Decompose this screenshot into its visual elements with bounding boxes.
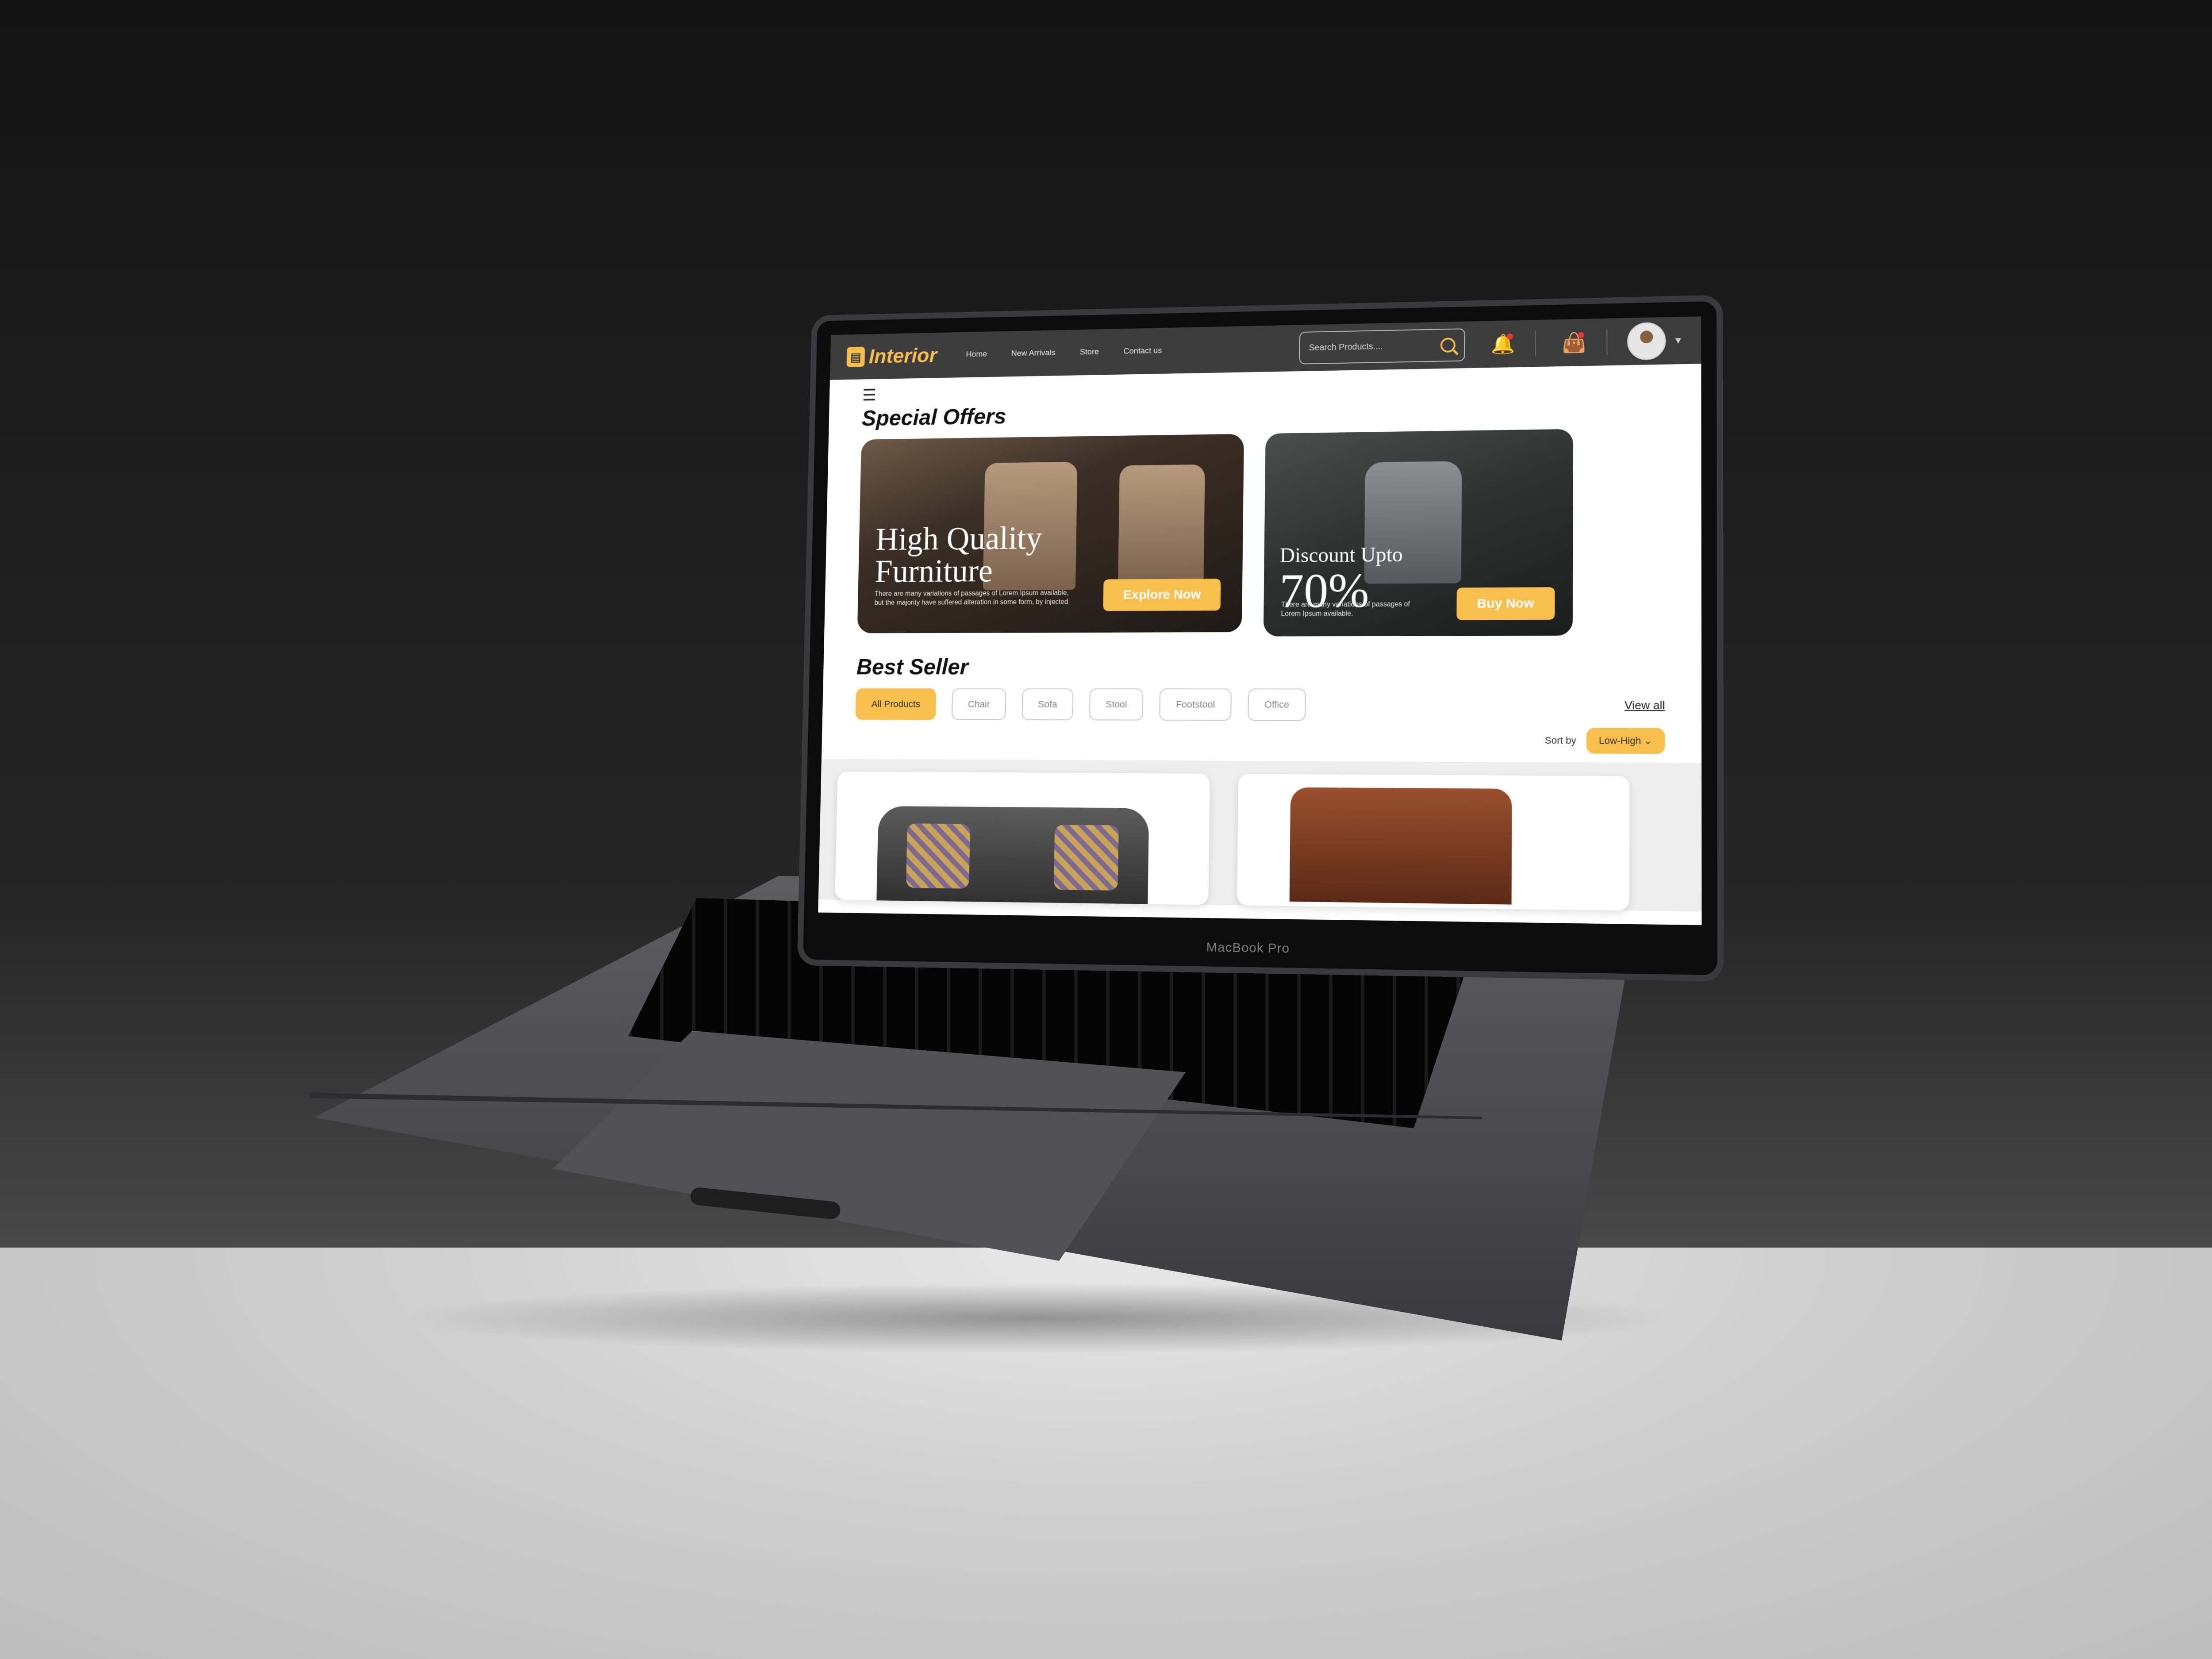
buy-now-button[interactable]: Buy Now [1456,587,1555,620]
logo-icon: ▤ [846,347,865,367]
logo-text: Interior [868,344,937,368]
sort-value: Low-High [1599,735,1641,746]
laptop-lid: ▤ Interior Home New Arrivals Store Conta… [797,295,1724,982]
notification-dot [1507,334,1513,340]
explore-now-button[interactable]: Explore Now [1103,579,1221,611]
chip-all-products[interactable]: All Products [856,688,937,720]
discount-title: Discount Upto [1280,545,1403,566]
chip-office[interactable]: Office [1248,688,1306,721]
search-placeholder: Search Products.... [1309,340,1440,353]
chevron-down-icon: ⌄ [1644,735,1652,746]
nav-store[interactable]: Store [1080,347,1099,357]
cart-dot [1578,332,1584,338]
shopping-bag-icon[interactable]: 👜 [1560,328,1589,357]
offer-card-discount: Discount Upto 70% There are many variati… [1263,429,1573,637]
main-content: ☰ Special Offers High Quality Furniture … [818,364,1702,911]
screen: ▤ Interior Home New Arrivals Store Conta… [818,316,1701,925]
sort-row: Sort by Low-High ⌄ [855,726,1665,754]
offer-description: There are many variations of passages of… [874,589,1075,608]
chevron-down-icon[interactable]: ▼ [1673,335,1683,346]
nav-contact-us[interactable]: Contact us [1123,346,1162,356]
search-icon[interactable] [1440,338,1455,353]
chip-footstool[interactable]: Footstool [1160,688,1232,721]
chip-sofa[interactable]: Sofa [1022,688,1073,720]
offer-title-line1: High Quality [876,522,1042,555]
chip-stool[interactable]: Stool [1089,688,1144,720]
offer-card-quality: High Quality Furniture There are many va… [857,434,1244,634]
chip-chair[interactable]: Chair [952,688,1006,720]
sort-select[interactable]: Low-High ⌄ [1586,728,1665,754]
sort-label: Sort by [1545,735,1576,746]
offers-row: High Quality Furniture There are many va… [857,428,1665,637]
view-all-link[interactable]: View all [1624,698,1665,712]
macbook-label: MacBook Pro [803,934,1717,964]
search-input[interactable]: Search Products.... [1299,328,1466,364]
bell-icon[interactable]: 🔔 [1489,330,1517,358]
product-image-sofa [876,806,1149,905]
product-image-stool [1290,787,1512,905]
header-divider [1535,330,1536,357]
header-divider [1607,329,1608,355]
nav-home[interactable]: Home [966,349,987,359]
section-title-best-seller: Best Seller [856,653,1665,680]
discount-description: There are many variations of passages of… [1281,600,1425,619]
logo[interactable]: ▤ Interior [846,344,937,369]
nav-new-arrivals[interactable]: New Arrivals [1011,348,1056,358]
pillow [1054,825,1119,891]
card-image-chair [1118,465,1205,585]
offer-title: High Quality Furniture [875,522,1042,588]
product-grid [818,759,1702,911]
product-card-sofa[interactable] [835,772,1210,905]
main-nav: Home New Arrivals Store Contact us [966,346,1162,359]
category-filter: All Products Chair Sofa Stool Footstool … [856,688,1665,722]
product-card-stool[interactable] [1237,774,1629,910]
pillow [906,823,970,888]
avatar[interactable] [1627,322,1666,361]
offer-title-line2: Furniture [875,554,1042,588]
